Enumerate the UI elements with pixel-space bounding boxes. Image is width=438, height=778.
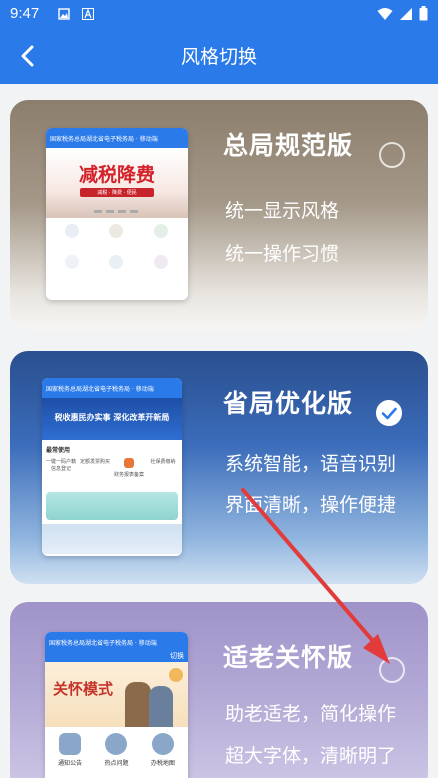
card-desc-optimized-1: 系统智能，语音识别: [225, 453, 397, 475]
style-card-elderly[interactable]: 国家税务总局湖北省电子税务局 · 移动端 切换 关怀模式 通知公告 热点问题 办…: [10, 602, 428, 778]
thumb-standard: 国家税务总局湖北省电子税务局 · 移动端 减税降费 减税 · 降费 · 便民: [46, 128, 188, 300]
thumb-optimized: 国家税务总局湖北省电子税务局 · 移动端 税收惠民办实事 深化改革开新局 最常使…: [42, 378, 182, 556]
battery-icon: [419, 6, 428, 21]
thumb-banner: 减税降费 减税 · 降费 · 便民: [46, 148, 188, 218]
thumb-header: 国家税务总局湖北省电子税务局 · 移动端: [46, 128, 188, 148]
status-bar: 9:47: [0, 0, 438, 28]
card-title-standard: 总局规范版: [223, 131, 354, 160]
card-desc-elderly-1: 助老适老，简化操作: [225, 703, 397, 725]
radio-standard[interactable]: [379, 142, 405, 168]
thumb-switch-label: 切换: [170, 652, 184, 660]
status-time: 9:47: [10, 5, 40, 22]
style-card-standard[interactable]: 国家税务总局湖北省电子税务局 · 移动端 减税降费 减税 · 降费 · 便民 总…: [10, 100, 428, 330]
thumb-grid: [46, 218, 188, 292]
thumb-banner-title: 关怀模式: [53, 680, 114, 698]
card-desc-standard-2: 统一操作习惯: [225, 243, 340, 265]
thumb-banner-sub: 减税 · 降费 · 便民: [80, 188, 154, 197]
thumb-elderly: 国家税务总局湖北省电子税务局 · 移动端 切换 关怀模式 通知公告 热点问题 办…: [45, 632, 188, 778]
card-desc-elderly-2: 超大字体，清晰明了: [225, 745, 397, 767]
thumb-header: 国家税务总局湖北省电子税务局 · 移动端: [42, 378, 182, 398]
thumb-carousel-dots: [94, 210, 140, 213]
app-bar: 风格切换: [0, 28, 438, 84]
card-desc-standard-1: 统一显示风格: [225, 200, 340, 222]
thumb-banner: 关怀模式: [45, 662, 188, 727]
font-icon: [82, 8, 94, 20]
thumb-illustration: [125, 682, 151, 727]
thumb-banner-title: 减税降费: [78, 164, 155, 186]
signal-icon: [400, 7, 412, 20]
thumb-banner: 税收惠民办实事 深化改革开新局: [42, 398, 182, 440]
thumb-section-title: 最常使用: [46, 447, 71, 454]
radio-optimized[interactable]: [376, 400, 402, 426]
thumb-items: 一键一码户籍信息登记 定额发票购买 财务报表备案 社保费缴纳: [45, 458, 176, 478]
page-title: 风格切换: [180, 46, 257, 68]
thumb-header: 国家税务总局湖北省电子税务局 · 移动端 切换: [45, 632, 188, 662]
radio-elderly[interactable]: [379, 657, 405, 683]
card-desc-optimized-2: 界面清晰，操作便捷: [225, 494, 397, 516]
card-title-elderly: 适老关怀版: [223, 643, 354, 672]
gallery-icon: [58, 8, 70, 20]
card-title-optimized: 省局优化版: [223, 389, 354, 418]
wifi-icon: [377, 7, 393, 20]
check-icon: [381, 407, 397, 420]
thumb-items: 通知公告 热点问题 办税地图: [45, 727, 188, 778]
thumb-notice: [46, 492, 178, 520]
style-card-optimized[interactable]: 国家税务总局湖北省电子税务局 · 移动端 税收惠民办实事 深化改革开新局 最常使…: [10, 351, 428, 584]
thumb-banner-title: 税收惠民办实事 深化改革开新局: [54, 413, 170, 422]
